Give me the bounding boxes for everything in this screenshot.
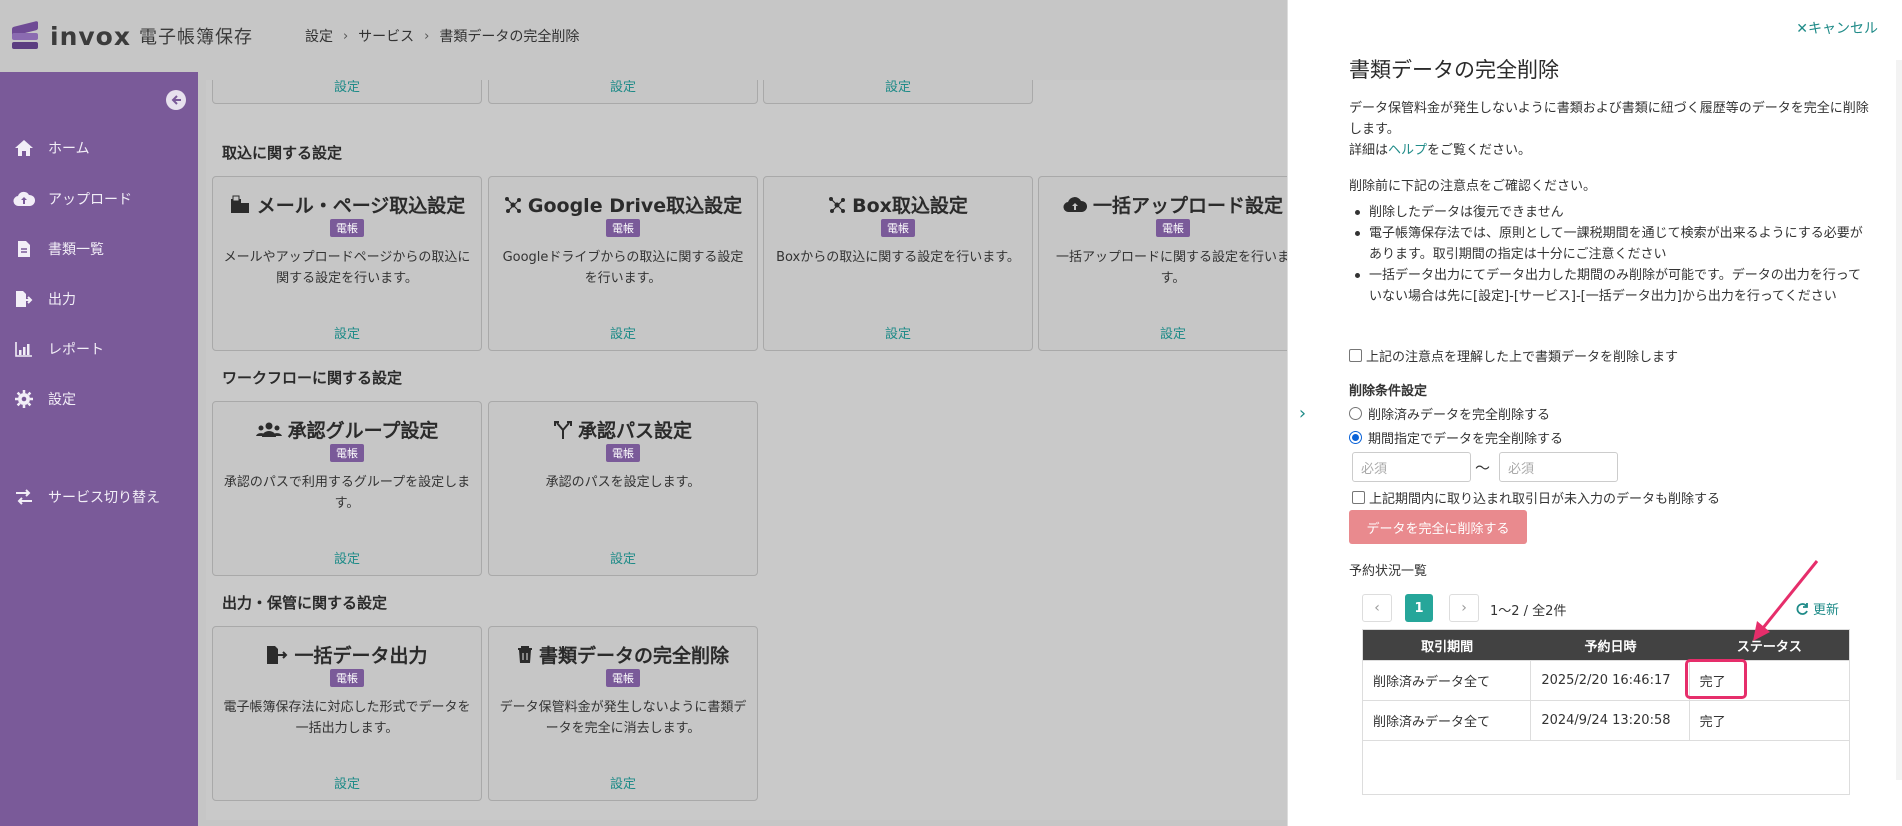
card-settings-link[interactable]: 設定 [1039, 323, 1287, 342]
denchou-badge: 電帳 [1156, 219, 1190, 237]
card-partial: 設定 [488, 80, 758, 104]
denchou-badge: 電帳 [606, 219, 640, 237]
sidebar-item-documents[interactable]: 書類一覧 [0, 231, 198, 267]
users-icon [255, 422, 282, 437]
sidebar-item-label: 出力 [48, 292, 76, 308]
card-description: 一括アップロードに関する設定を行います。 [1055, 250, 1287, 286]
sidebar-item-home[interactable]: ホーム [0, 130, 198, 166]
card-settings-link[interactable]: 設定 [213, 323, 481, 342]
gear-icon [12, 390, 36, 408]
card-settings-link[interactable]: 設定 [489, 773, 757, 792]
card-description: Googleドライブからの取込に関する設定を行います。 [502, 250, 744, 286]
section-title: 取込に関する設定 [222, 144, 343, 162]
trash-icon [517, 645, 532, 663]
card-google-drive-import: Google Drive取込設定 電帳 Googleドライブからの取込に関する設… [488, 176, 758, 351]
denchou-badge: 電帳 [606, 444, 640, 462]
card-description: 承認のパスを設定します。 [545, 475, 701, 490]
sidebar: ホーム アップロード 書類一覧 出力 レポート 設定 サービス切り替え [0, 72, 198, 826]
card-settings-link[interactable]: 設定 [489, 80, 757, 95]
card-settings-link[interactable]: 設定 [489, 548, 757, 567]
card-title: 承認グループ設定 [287, 420, 439, 442]
breadcrumb: 設定 › サービス › 書類データの完全削除 [305, 26, 579, 46]
logo-text: invox [50, 21, 131, 51]
card-settings-link[interactable]: 設定 [489, 323, 757, 342]
card-description: 電子帳簿保存法に対応した形式でデータを一括出力します。 [223, 700, 471, 736]
sidebar-item-label: ホーム [48, 141, 90, 157]
app-logo[interactable]: invox 電子帳簿保存 [10, 20, 253, 52]
sidebar-item-label: 書類一覧 [48, 242, 104, 258]
home-icon [12, 139, 36, 157]
main-content: 設定 設定 設定 取込に関する設定 メール・ページ取込設定 電帳 メールやアップ… [198, 72, 1287, 826]
app-header: invox 電子帳簿保存 設定 › サービス › 書類データの完全削除 [0, 0, 1287, 72]
sidebar-item-switch-service[interactable]: サービス切り替え [0, 479, 198, 515]
breadcrumb-service[interactable]: サービス [358, 26, 414, 46]
breadcrumb-settings[interactable]: 設定 [305, 26, 333, 46]
denchou-badge: 電帳 [330, 219, 364, 237]
switch-icon [12, 489, 36, 505]
card-settings-link[interactable]: 設定 [764, 323, 1032, 342]
card-approval-group: 承認グループ設定 電帳 承認のパスで利用するグループを設定します。 設定 [212, 401, 482, 576]
denchou-badge: 電帳 [881, 219, 915, 237]
sidebar-item-report[interactable]: レポート [0, 331, 198, 367]
card-description: Boxからの取込に関する設定を行います。 [776, 250, 1020, 265]
collapse-sidebar-button[interactable] [166, 90, 186, 110]
logo-icon [10, 20, 42, 52]
breadcrumb-current: 書類データの完全削除 [439, 29, 580, 45]
split-path-icon [553, 420, 572, 439]
network-icon [829, 196, 846, 213]
card-settings-link[interactable]: 設定 [213, 80, 481, 95]
logo-subtitle: 電子帳簿保存 [138, 27, 253, 48]
chart-icon [12, 341, 36, 357]
sidebar-item-label: 設定 [48, 392, 76, 408]
cloud-upload-icon [12, 191, 36, 207]
mail-hand-icon [230, 195, 249, 213]
document-icon [12, 240, 36, 258]
chevron-right-icon: › [342, 28, 349, 44]
card-title: 書類データの完全削除 [538, 645, 729, 667]
card-title: メール・ページ取込設定 [256, 195, 466, 217]
section-title: 出力・保管に関する設定 [222, 594, 388, 612]
settings-grid: 設定 設定 設定 取込に関する設定 メール・ページ取込設定 電帳 メールやアップ… [206, 80, 1287, 820]
card-description: 承認のパスで利用するグループを設定します。 [223, 475, 471, 511]
annotation-arrow-icon [1753, 560, 1819, 641]
network-icon [504, 196, 521, 213]
sidebar-item-label: レポート [48, 342, 104, 358]
card-box-import: Box取込設定 電帳 Boxからの取込に関する設定を行います。 設定 [763, 176, 1033, 351]
sidebar-item-label: サービス切り替え [48, 490, 160, 506]
card-title: 一括アップロード設定 [1092, 195, 1283, 217]
card-complete-deletion: 書類データの完全削除 電帳 データ保管料金が発生しないように書類データを完全に消… [488, 626, 758, 801]
card-mail-page-import: メール・ページ取込設定 電帳 メールやアップロードページからの取込に関する設定を… [212, 176, 482, 351]
sidebar-item-output[interactable]: 出力 [0, 281, 198, 317]
sidebar-item-upload[interactable]: アップロード [0, 181, 198, 217]
card-description: メールやアップロードページからの取込に関する設定を行います。 [223, 250, 471, 286]
sidebar-item-label: アップロード [48, 192, 132, 208]
card-title: 一括データ出力 [294, 645, 428, 667]
cloud-upload-icon [1063, 196, 1087, 212]
denchou-badge: 電帳 [606, 669, 640, 687]
card-approval-path: 承認パス設定 電帳 承認のパスを設定します。 設定 [488, 401, 758, 576]
card-bulk-upload: 一括アップロード設定 電帳 一括アップロードに関する設定を行います。 設定 [1038, 176, 1287, 351]
section-title: ワークフローに関する設定 [222, 369, 403, 387]
card-title: Box取込設定 [852, 195, 968, 217]
card-description: データ保管料金が発生しないように書類データを完全に消去します。 [499, 700, 747, 736]
card-settings-link[interactable]: 設定 [213, 773, 481, 792]
chevron-right-icon: › [424, 28, 430, 44]
card-bulk-data-output: 一括データ出力 電帳 電子帳簿保存法に対応した形式でデータを一括出力します。 設… [212, 626, 482, 801]
sidebar-item-settings[interactable]: 設定 [0, 381, 198, 417]
panel-toggle[interactable]: › [1287, 0, 1317, 826]
card-partial: 設定 [212, 80, 482, 104]
file-export-icon [12, 290, 36, 308]
deletion-panel: ✕キャンセル 書類データの完全削除 データ保管料金が発生しないように書類および書… [1317, 0, 1902, 826]
card-partial: 設定 [763, 80, 1033, 104]
card-settings-link[interactable]: 設定 [764, 80, 1032, 95]
arrow-left-icon [171, 95, 181, 105]
card-title: Google Drive取込設定 [527, 195, 743, 217]
chevron-right-icon: › [1298, 402, 1307, 424]
denchou-badge: 電帳 [330, 444, 364, 462]
card-title: 承認パス設定 [577, 420, 692, 442]
denchou-badge: 電帳 [330, 669, 364, 687]
card-settings-link[interactable]: 設定 [213, 548, 481, 567]
file-export-icon [267, 645, 288, 664]
